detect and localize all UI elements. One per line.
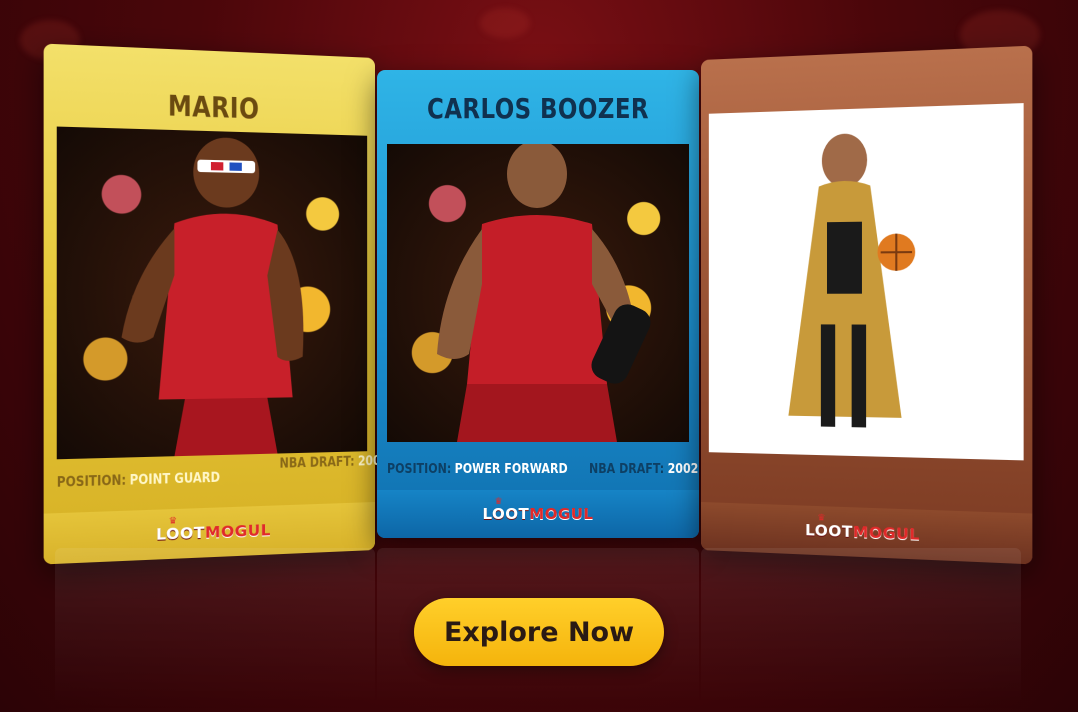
player-card-mario[interactable]: MARIO POSITION: POINT GUARD NBA DRAFT: 200… (43, 43, 388, 565)
card-player-name: MARIO (167, 88, 260, 126)
card-footer: ♛ LOOTMOGUL (377, 490, 699, 538)
card-reflection (701, 548, 1021, 712)
crown-icon: ♛ (168, 516, 178, 527)
card-reflection (55, 548, 375, 712)
card-draft: NBA DRAFT: 2008 (280, 454, 389, 472)
draft-label: NBA DRAFT: (589, 462, 665, 477)
crown-icon: ♛ (817, 513, 827, 524)
position-label: POSITION: (387, 462, 452, 477)
card-player-image (387, 144, 689, 442)
player-photo-icon (437, 144, 651, 442)
position-label: POSITION: (56, 473, 127, 491)
card-player-image (708, 103, 1024, 461)
card-draft: NBA DRAFT: 2002 (589, 462, 698, 477)
position-value: POWER FORWARD (454, 462, 568, 477)
player-card-avatar[interactable]: ♛ LOOTMOGUL (701, 45, 1033, 565)
draft-label: NBA DRAFT: (279, 454, 355, 472)
card-position: POSITION: POINT GUARD (57, 470, 220, 491)
background-speck (480, 8, 530, 38)
draft-value: 2002 (667, 462, 699, 477)
lootmogul-logo: ♛ LOOTMOGUL (156, 516, 271, 544)
explore-now-button[interactable]: Explore Now (414, 598, 664, 666)
lootmogul-logo: ♛ LOOTMOGUL (805, 513, 920, 544)
card-player-image (56, 126, 368, 460)
position-value: POINT GUARD (129, 470, 221, 489)
player-illustration-icon (121, 136, 304, 457)
card-player-name: CARLOS BOOZER (426, 92, 650, 125)
avatar-illustration-icon (788, 133, 1024, 428)
crown-icon: ♛ (494, 497, 504, 507)
lootmogul-logo: ♛ LOOTMOGUL (482, 497, 594, 523)
player-card-carlos-boozer[interactable]: CARLOS BOOZER POSITION: POWER FORWARD NBA… (377, 70, 699, 538)
card-position: POSITION: POWER FORWARD (387, 462, 568, 477)
